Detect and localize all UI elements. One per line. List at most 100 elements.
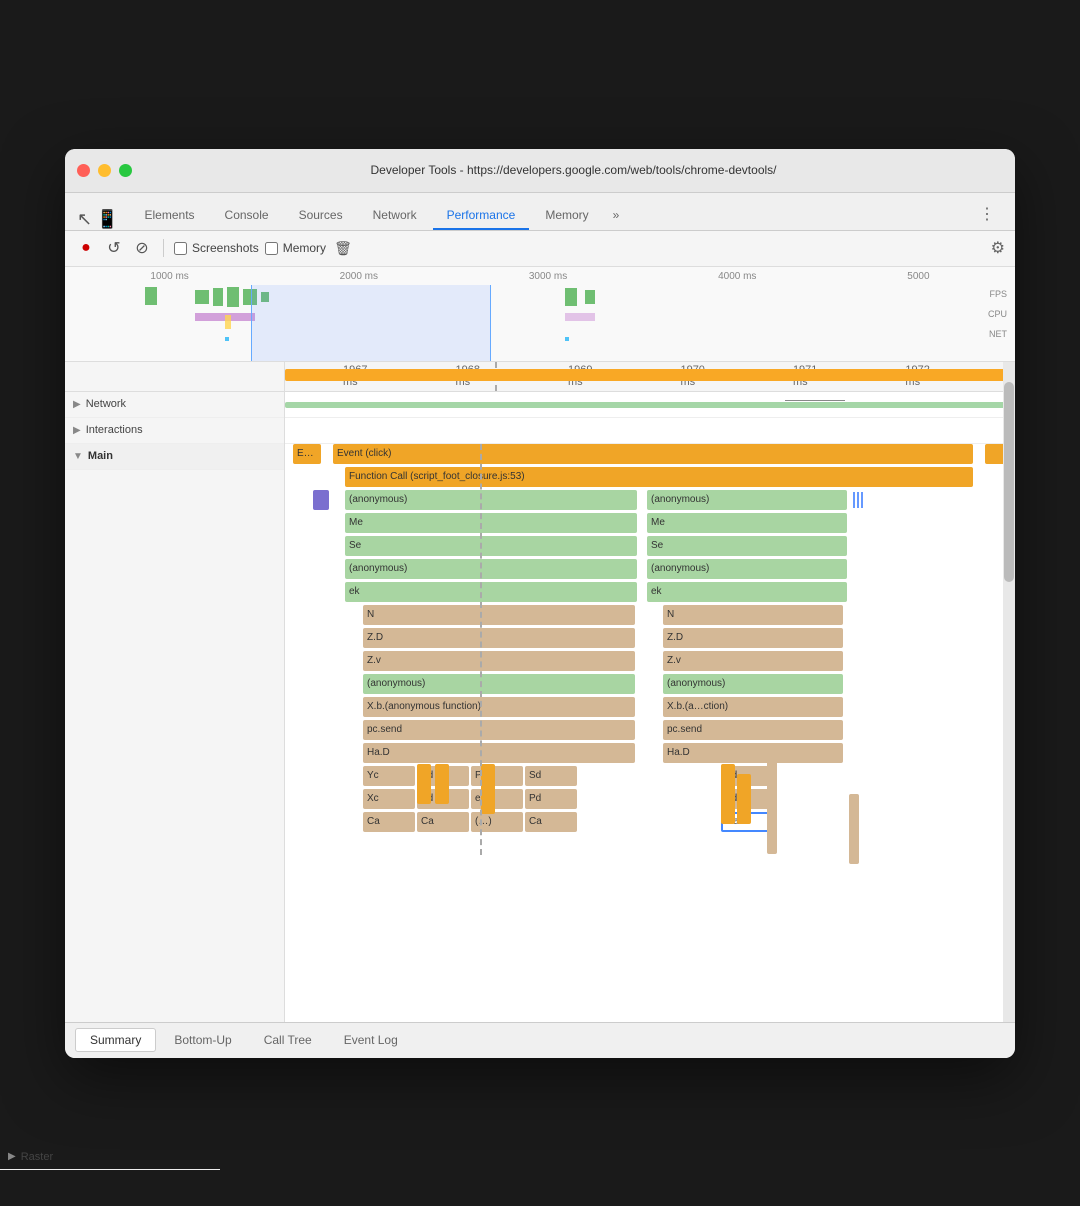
network-bar: [285, 402, 1015, 408]
flame-block-anon-left[interactable]: (anonymous): [345, 490, 637, 510]
flame-block-zd-right[interactable]: Z.D: [663, 628, 843, 648]
flame-block-ek-left[interactable]: ek: [345, 582, 637, 602]
track-interactions[interactable]: ▶ Interactions: [65, 418, 284, 444]
screenshots-checkbox[interactable]: Screenshots: [174, 241, 259, 255]
network-arrow-icon: ▶: [73, 399, 81, 410]
main-label: Main: [88, 450, 113, 462]
bottom-tab-calltree[interactable]: Call Tree: [250, 1029, 326, 1051]
flame-block-anon3-left[interactable]: (anonymous): [363, 674, 635, 694]
maximize-button[interactable]: [119, 164, 132, 177]
flame-block-pcsend-left[interactable]: pc.send: [363, 720, 635, 740]
bottom-tab-bottomup[interactable]: Bottom-Up: [160, 1029, 245, 1051]
tab-console[interactable]: Console: [211, 202, 283, 230]
flame-block-yc[interactable]: Yc: [363, 766, 415, 786]
interactions-arrow-icon: ▶: [73, 425, 81, 436]
memory-checkbox[interactable]: Memory: [265, 241, 326, 255]
flame-block-xb-right[interactable]: X.b.(a…ction): [663, 697, 843, 717]
memory-label: Memory: [283, 241, 326, 255]
flame-block-se-right[interactable]: Se: [647, 536, 847, 556]
flame-block-anon-right[interactable]: (anonymous): [647, 490, 847, 510]
blue-lines: [853, 492, 893, 508]
flame-block-event-click[interactable]: Event (click): [333, 444, 973, 464]
flame-block-anon3-right[interactable]: (anonymous): [663, 674, 843, 694]
screenshots-label: Screenshots: [192, 241, 259, 255]
ruler-left-spacer: [65, 362, 284, 392]
record-button[interactable]: ●: [75, 237, 97, 259]
flame-block-had-right[interactable]: Ha.D: [663, 743, 843, 763]
flame-block-had-left[interactable]: Ha.D: [363, 743, 635, 763]
tab-menu-icon[interactable]: ⋮: [971, 198, 1003, 230]
memory-checkbox-input[interactable]: [265, 242, 278, 255]
track-main[interactable]: ▼ Main: [65, 444, 284, 470]
flame-block-me-right[interactable]: Me: [647, 513, 847, 533]
minimize-button[interactable]: [98, 164, 111, 177]
flame-row-1: Function Call (script_foot_closure.js:53…: [285, 467, 1015, 489]
network-label: Network: [86, 398, 126, 410]
flame-block-zv-left[interactable]: Z.v: [363, 651, 635, 671]
flame-block-n-left[interactable]: N: [363, 605, 635, 625]
track-network[interactable]: ▶ Network: [65, 392, 284, 418]
screenshots-checkbox-input[interactable]: [174, 242, 187, 255]
time-label-5: 5000: [907, 271, 929, 282]
reload-button[interactable]: ↺: [103, 237, 125, 259]
flame-block-parens[interactable]: (…): [471, 812, 523, 832]
flame-block-xc[interactable]: Xc: [363, 789, 415, 809]
flame-row-10: (anonymous) (anonymous): [285, 674, 1015, 696]
time-label-3: 3000 ms: [529, 271, 567, 282]
time-label-2: 2000 ms: [340, 271, 378, 282]
scroll-track[interactable]: [1003, 362, 1015, 1022]
tab-more[interactable]: »: [605, 202, 628, 230]
flame-block-anon2-right[interactable]: (anonymous): [647, 559, 847, 579]
flame-block-e2[interactable]: e…: [471, 789, 523, 809]
clear-button[interactable]: ⊘: [131, 237, 153, 259]
tab-sources[interactable]: Sources: [285, 202, 357, 230]
devtools-window: Developer Tools - https://developers.goo…: [65, 149, 1015, 1058]
flame-block-zv-right[interactable]: Z.v: [663, 651, 843, 671]
flame-row-7: N N: [285, 605, 1015, 627]
pointer-tool[interactable]: ↖: [77, 209, 92, 230]
orange-tall-2: [435, 764, 449, 804]
flame-block-pa[interactable]: Pa: [471, 766, 523, 786]
flame-block-sd2[interactable]: Sd: [525, 766, 577, 786]
delete-button[interactable]: 🗑: [332, 237, 354, 259]
tan-right-2: [849, 794, 859, 864]
orange-right-2: [737, 774, 751, 824]
tab-memory[interactable]: Memory: [531, 202, 602, 230]
interaction-bar: [285, 369, 1015, 381]
orange-right-1: [721, 764, 735, 824]
window-title: Developer Tools - https://developers.goo…: [144, 163, 1003, 177]
flame-block-ca2[interactable]: Ca: [417, 812, 469, 832]
flame-block-ca1[interactable]: Ca: [363, 812, 415, 832]
flame-block-pd2[interactable]: Pd: [525, 789, 577, 809]
bottom-tab-summary[interactable]: Summary: [75, 1028, 156, 1052]
flame-block-e[interactable]: E…: [293, 444, 321, 464]
flame-block-se-left[interactable]: Se: [345, 536, 637, 556]
settings-button[interactable]: ⚙: [991, 238, 1005, 258]
close-button[interactable]: [77, 164, 90, 177]
flame-block-n-right[interactable]: N: [663, 605, 843, 625]
flame-row-14: Yc Sd Pa Sd Sd: [285, 766, 1015, 788]
device-tool[interactable]: 📱: [96, 209, 118, 230]
bottom-tab-eventlog[interactable]: Event Log: [330, 1029, 412, 1051]
left-panel: ▶ Network ▶ Interactions ▼ Main ▶ Raster: [65, 362, 285, 1022]
traffic-lights: [77, 164, 132, 177]
flame-block-ca3[interactable]: Ca: [525, 812, 577, 832]
flame-block-pcsend-right[interactable]: pc.send: [663, 720, 843, 740]
blue-line-2: [857, 492, 859, 508]
tab-elements[interactable]: Elements: [131, 202, 209, 230]
interaction-track-content: [285, 418, 1015, 444]
flame-block-me-left[interactable]: Me: [345, 513, 637, 533]
flame-block-xb-left[interactable]: X.b.(anonymous function): [363, 697, 635, 717]
flame-chart[interactable]: E… Event (click) Function Call (script_f…: [285, 444, 1015, 1022]
scroll-thumb[interactable]: [1004, 382, 1014, 582]
flame-block-zd-left[interactable]: Z.D: [363, 628, 635, 648]
flame-block-ek-right[interactable]: ek: [647, 582, 847, 602]
bottom-tabs: Summary Bottom-Up Call Tree Event Log: [65, 1022, 1015, 1058]
tab-network[interactable]: Network: [359, 202, 431, 230]
tab-performance[interactable]: Performance: [433, 202, 530, 230]
flame-row-11: X.b.(anonymous function) X.b.(a…ction): [285, 697, 1015, 719]
toolbar: ● ↺ ⊘ Screenshots Memory 🗑 ⚙: [65, 231, 1015, 267]
flame-block-purple[interactable]: [313, 490, 329, 510]
flame-block-function-call[interactable]: Function Call (script_foot_closure.js:53…: [345, 467, 973, 487]
flame-block-anon2-left[interactable]: (anonymous): [345, 559, 637, 579]
